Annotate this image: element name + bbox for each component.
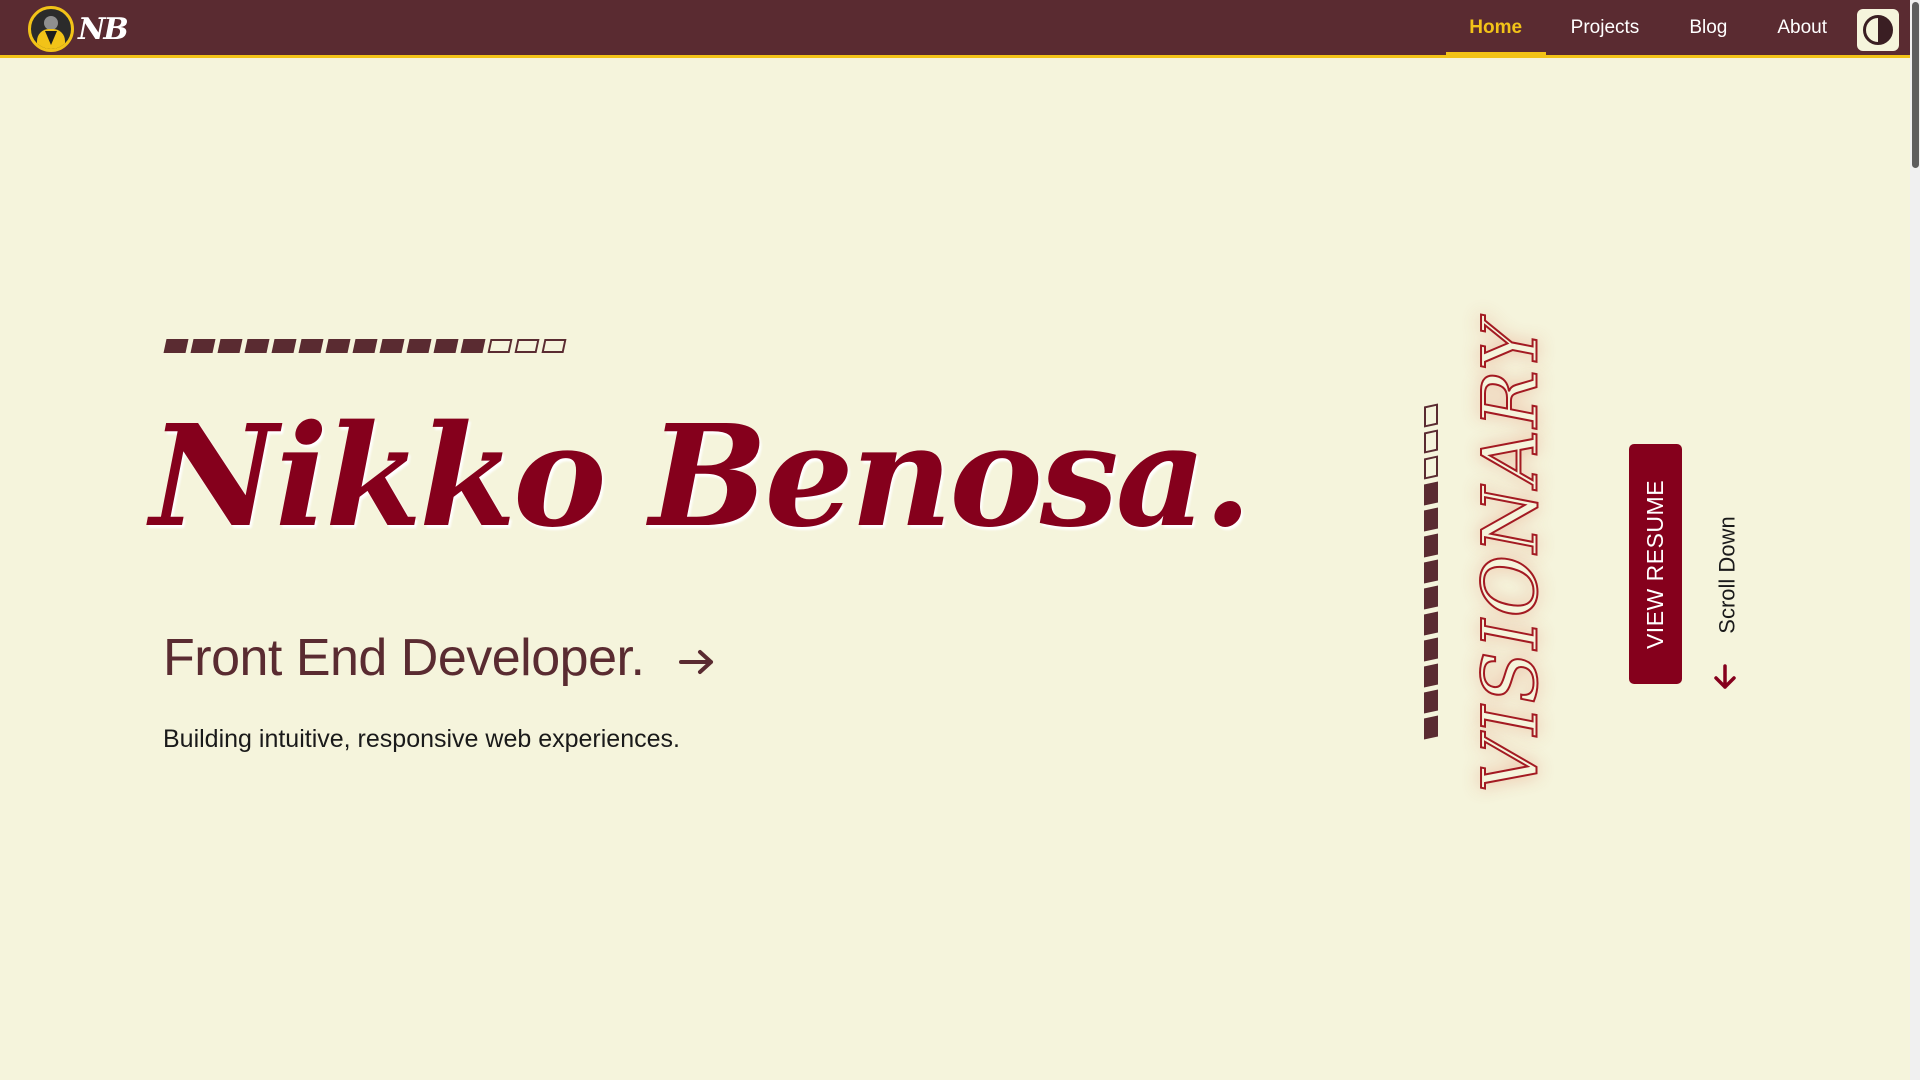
nav-link-blog[interactable]: Blog (1664, 0, 1752, 55)
progress-segment (1424, 689, 1438, 714)
progress-segment (460, 339, 486, 353)
progress-segment (1424, 481, 1438, 506)
role-link[interactable]: Front End Developer. (163, 628, 716, 688)
nav-link-home[interactable]: Home (1445, 0, 1546, 55)
logo-text: NB (78, 11, 129, 47)
nav-link-projects[interactable]: Projects (1546, 0, 1665, 55)
avatar-logo-icon (28, 6, 74, 52)
progress-segment (1424, 403, 1438, 428)
progress-segment (1424, 637, 1438, 662)
theme-toggle-button[interactable] (1857, 9, 1899, 51)
contrast-icon (1863, 15, 1893, 45)
progress-segment (325, 339, 351, 353)
progress-segment (1424, 559, 1438, 584)
hero-name: Nikko Benosa. (150, 395, 1252, 559)
scrollbar-thumb[interactable] (1912, 2, 1919, 168)
view-resume-button[interactable]: VIEW RESUME (1629, 444, 1682, 684)
progress-segment (379, 339, 405, 353)
arrow-right-icon (679, 650, 714, 674)
progress-segment (298, 339, 324, 353)
progress-segment (514, 339, 540, 353)
progress-segment (352, 339, 378, 353)
arrow-down-icon[interactable] (1713, 663, 1737, 691)
progress-segment (190, 339, 216, 353)
progress-segment (244, 339, 270, 353)
nav-link-about[interactable]: About (1752, 0, 1852, 55)
progress-segment (487, 339, 513, 353)
progress-segment (1424, 429, 1438, 454)
progress-segment (1424, 585, 1438, 610)
progress-segment (1424, 533, 1438, 558)
progress-segment (271, 339, 297, 353)
role-title: Front End Developer. (163, 629, 645, 687)
horizontal-progress-indicator (163, 339, 567, 353)
progress-segment (1424, 611, 1438, 636)
top-nav: NB Home Projects Blog About (0, 0, 1910, 58)
nav-links: Home Projects Blog About (1445, 0, 1852, 55)
scroll-down-label: Scroll Down (1715, 516, 1740, 634)
progress-segment (1424, 455, 1438, 480)
visionary-word-wrap: VISIONARY (1465, 310, 1556, 800)
progress-segment (406, 339, 432, 353)
vertical-progress-indicator (1424, 403, 1438, 740)
site-logo[interactable]: NB (28, 6, 129, 52)
progress-segment (1424, 507, 1438, 532)
progress-segment (541, 339, 567, 353)
progress-segment (1424, 715, 1438, 740)
progress-segment (163, 339, 189, 353)
progress-segment (1424, 663, 1438, 688)
visionary-word: VISIONARY (1465, 317, 1556, 793)
scrollbar[interactable] (1910, 0, 1920, 1080)
hero-tagline: Building intuitive, responsive web exper… (163, 725, 680, 753)
view-resume-label: VIEW RESUME (1642, 479, 1669, 649)
progress-segment (433, 339, 459, 353)
progress-segment (217, 339, 243, 353)
scroll-down-link[interactable]: Scroll Down (1708, 500, 1748, 650)
